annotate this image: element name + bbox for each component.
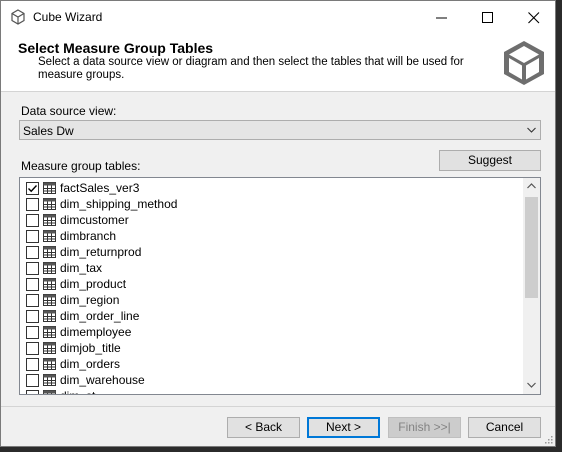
cancel-button[interactable]: Cancel: [468, 417, 541, 438]
data-source-view-label: Data source view:: [21, 104, 117, 118]
table-name: dimjob_title: [60, 341, 121, 355]
table-list-items: factSales_ver3 dim_shipping_methoddimcust…: [20, 180, 522, 394]
wizard-header: Select Measure Group Tables Select a dat…: [1, 33, 555, 92]
table-icon: [43, 198, 56, 210]
table-checkbox[interactable]: [26, 390, 39, 394]
maximize-button[interactable]: [465, 1, 511, 33]
table-icon: [43, 214, 56, 226]
back-button[interactable]: < Back: [227, 417, 300, 438]
table-name: dim_region: [60, 293, 120, 307]
table-name: dimbranch: [60, 229, 117, 243]
scrollbar-thumb[interactable]: [525, 197, 538, 298]
list-item[interactable]: dim_order_line: [20, 308, 522, 324]
table-name: dim_product: [60, 277, 127, 291]
minimize-button[interactable]: [419, 1, 465, 33]
table-checkbox[interactable]: [26, 214, 39, 227]
list-item[interactable]: dim_region: [20, 292, 522, 308]
close-button[interactable]: [511, 1, 557, 33]
table-name: dim_tax: [60, 261, 103, 275]
list-item[interactable]: dim_tax: [20, 260, 522, 276]
scroll-down-button[interactable]: [523, 377, 540, 394]
data-source-view-value: Sales Dw: [23, 124, 74, 138]
next-button[interactable]: Next >: [307, 417, 380, 438]
table-checkbox[interactable]: [26, 326, 39, 339]
suggest-button[interactable]: Suggest: [439, 150, 541, 171]
table-icon: [43, 246, 56, 258]
vertical-scrollbar[interactable]: [523, 178, 540, 394]
table-icon: [43, 182, 56, 194]
page-title: Select Measure Group Tables: [18, 40, 214, 56]
page-description: Select a data source view or diagram and…: [38, 56, 464, 81]
scroll-up-button[interactable]: [523, 178, 540, 195]
table-checkbox[interactable]: [26, 294, 39, 307]
resize-grip-icon[interactable]: [543, 434, 553, 444]
list-item[interactable]: dim_returnprod: [20, 244, 522, 260]
list-item[interactable]: dimemployee: [20, 324, 522, 340]
list-item[interactable]: dim_st: [20, 388, 522, 394]
checkmark-icon: [28, 185, 38, 193]
table-name: dim_returnprod: [60, 245, 142, 259]
list-item[interactable]: dim_product: [20, 276, 522, 292]
table-icon: [43, 374, 56, 386]
table-name: factSales_ver3: [60, 181, 140, 195]
table-checkbox[interactable]: [26, 358, 39, 371]
table-name: dim_order_line: [60, 309, 140, 323]
table-checkbox[interactable]: [26, 262, 39, 275]
table-icon: [43, 278, 56, 290]
cube-logo-icon: [504, 41, 544, 85]
table-icon: [43, 358, 56, 370]
measure-group-tables-list[interactable]: factSales_ver3 dim_shipping_methoddimcust…: [19, 177, 541, 395]
table-checkbox[interactable]: [26, 278, 39, 291]
footer-divider: [1, 406, 555, 407]
table-checkbox[interactable]: [26, 310, 39, 323]
data-source-view-dropdown[interactable]: Sales Dw: [19, 120, 541, 140]
maximize-icon: [482, 12, 493, 23]
minimize-icon: [436, 17, 447, 19]
table-name: dimemployee: [60, 325, 132, 339]
table-icon: [43, 390, 56, 394]
list-item[interactable]: dimjob_title: [20, 340, 522, 356]
table-checkbox[interactable]: [26, 374, 39, 387]
table-icon: [43, 326, 56, 338]
list-item[interactable]: dimbranch: [20, 228, 522, 244]
table-icon: [43, 342, 56, 354]
chevron-up-icon: [527, 183, 536, 189]
list-item[interactable]: factSales_ver3: [20, 180, 522, 196]
table-name: dim_warehouse: [60, 373, 145, 387]
list-item[interactable]: dim_orders: [20, 356, 522, 372]
close-icon: [528, 12, 540, 24]
list-item[interactable]: dimcustomer: [20, 212, 522, 228]
chevron-down-icon: [527, 127, 536, 133]
window-title: Cube Wizard: [33, 10, 103, 24]
list-item[interactable]: dim_warehouse: [20, 372, 522, 388]
table-checkbox[interactable]: [26, 246, 39, 259]
table-icon: [43, 310, 56, 322]
finish-button[interactable]: Finish >>|: [388, 417, 461, 438]
table-checkbox[interactable]: [26, 182, 39, 195]
table-checkbox[interactable]: [26, 230, 39, 243]
table-checkbox[interactable]: [26, 198, 39, 211]
table-name: dim_st: [60, 389, 95, 394]
table-icon: [43, 230, 56, 242]
table-icon: [43, 294, 56, 306]
table-name: dim_shipping_method: [60, 197, 178, 211]
table-name: dim_orders: [60, 357, 121, 371]
title-bar[interactable]: Cube Wizard: [1, 1, 555, 33]
chevron-down-icon: [527, 382, 536, 388]
table-icon: [43, 262, 56, 274]
cube-icon: [11, 9, 25, 25]
cube-wizard-window: Cube Wizard Select Measure Group Tables …: [0, 0, 556, 447]
list-item[interactable]: dim_shipping_method: [20, 196, 522, 212]
measure-group-tables-label: Measure group tables:: [21, 159, 141, 173]
table-name: dimcustomer: [60, 213, 129, 227]
table-checkbox[interactable]: [26, 342, 39, 355]
